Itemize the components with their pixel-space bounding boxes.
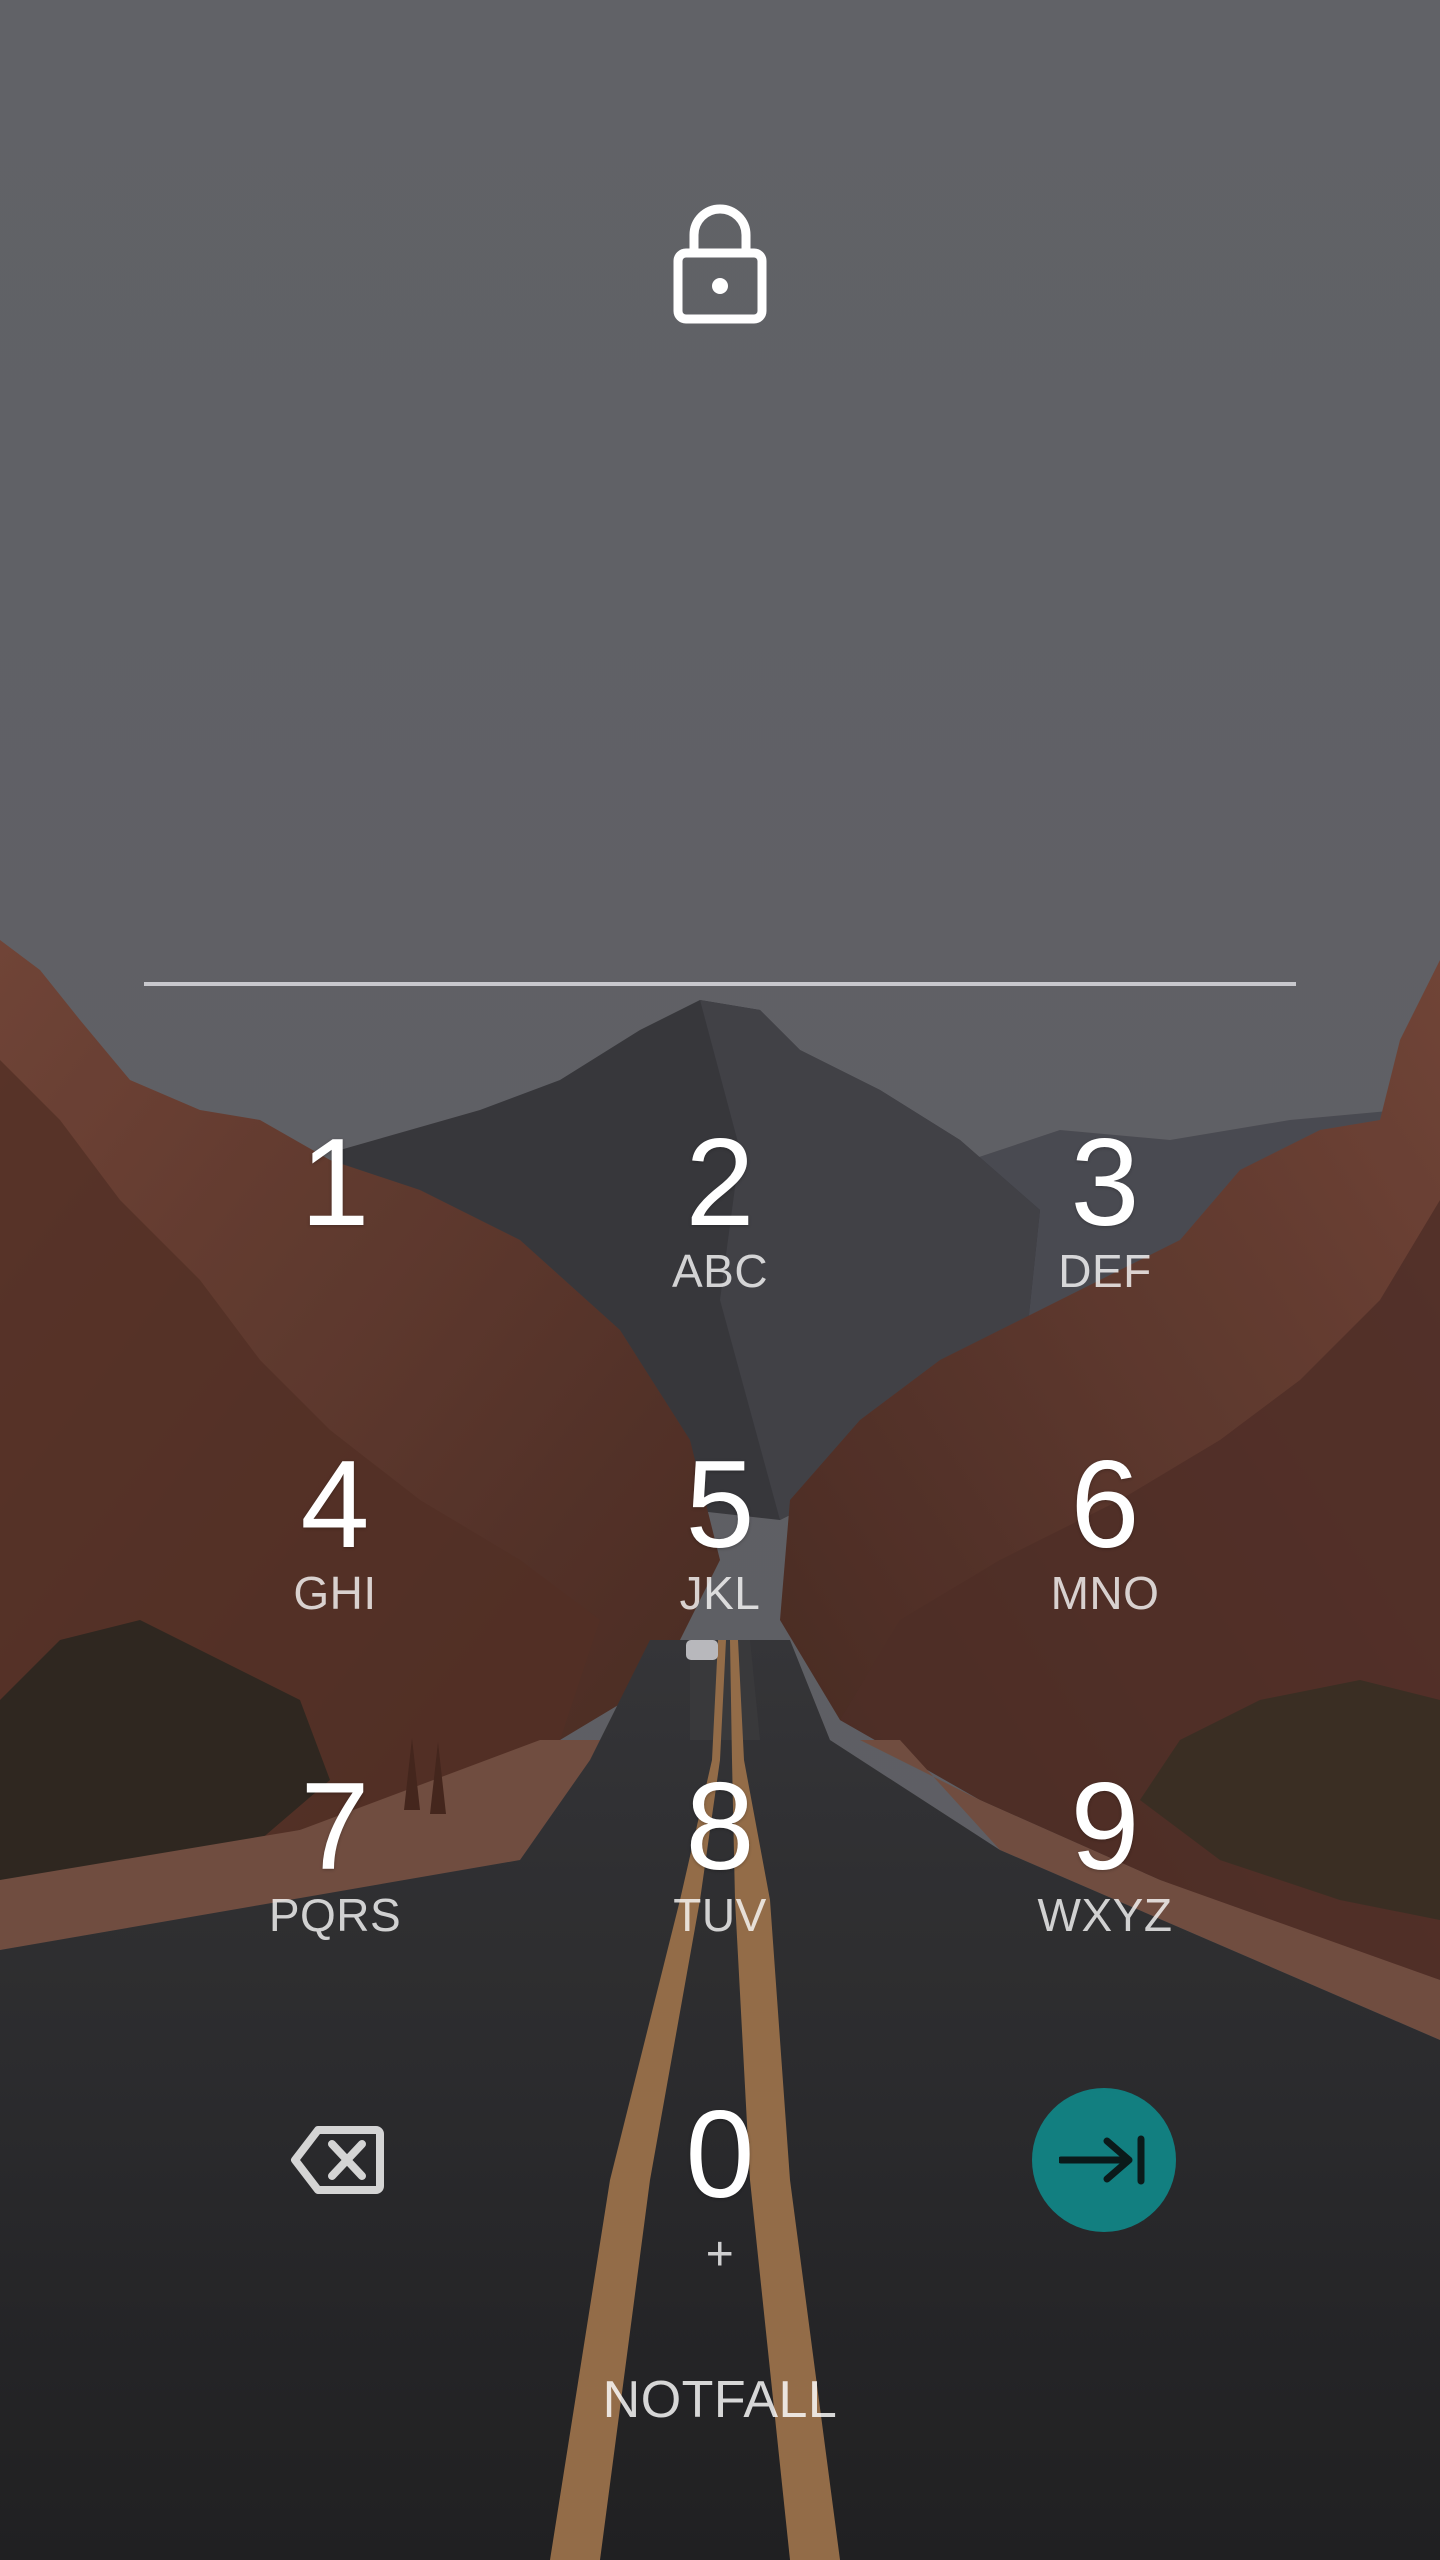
key-letters: GHI [293, 1567, 377, 1619]
key-letters: TUV [673, 1889, 767, 1941]
key-digit: 0 [685, 2086, 755, 2224]
key-digit: 4 [300, 1436, 370, 1574]
key-letters: PQRS [268, 1889, 402, 1941]
key-letters: ABC [671, 1245, 769, 1297]
key-digit: 9 [1070, 1758, 1140, 1896]
key-digit: 2 [685, 1114, 755, 1252]
pin-entry-line[interactable] [144, 982, 1296, 986]
enter-arrow-icon [1059, 2135, 1145, 2185]
keypad-key-9[interactable]: 9 WXYZ [955, 1762, 1255, 2002]
key-letters: DEF [1058, 1245, 1152, 1297]
lock-icon [670, 195, 770, 325]
backspace-icon [291, 2126, 384, 2194]
key-letters: JKL [679, 1567, 761, 1619]
keypad-key-5[interactable]: 5 JKL [570, 1440, 870, 1680]
emergency-call-button[interactable]: NOTFALL [520, 2370, 920, 2430]
keypad-key-3[interactable]: 3 DEF [955, 1118, 1255, 1358]
enter-button[interactable] [1032, 2088, 1176, 2232]
key-letters: MNO [1050, 1567, 1160, 1619]
keypad-key-4[interactable]: 4 GHI [185, 1440, 485, 1680]
keypad-key-1[interactable]: 1 [185, 1118, 485, 1358]
key-letters: WXYZ [1037, 1889, 1173, 1941]
key-digit: 3 [1070, 1114, 1140, 1252]
key-digit: 7 [300, 1758, 370, 1896]
keypad-key-8[interactable]: 8 TUV [570, 1762, 870, 2002]
keypad-key-7[interactable]: 7 PQRS [185, 1762, 485, 2002]
key-digit: 8 [685, 1758, 755, 1896]
key-digit: 1 [300, 1114, 370, 1252]
keypad-key-6[interactable]: 6 MNO [955, 1440, 1255, 1680]
keypad-key-0[interactable]: 0 + [570, 2090, 870, 2330]
keypad-key-2[interactable]: 2 ABC [570, 1118, 870, 1358]
backspace-button[interactable] [290, 2120, 385, 2200]
key-digit: 5 [685, 1436, 755, 1574]
key-digit: 6 [1070, 1436, 1140, 1574]
key-letters: + [705, 2228, 735, 2281]
